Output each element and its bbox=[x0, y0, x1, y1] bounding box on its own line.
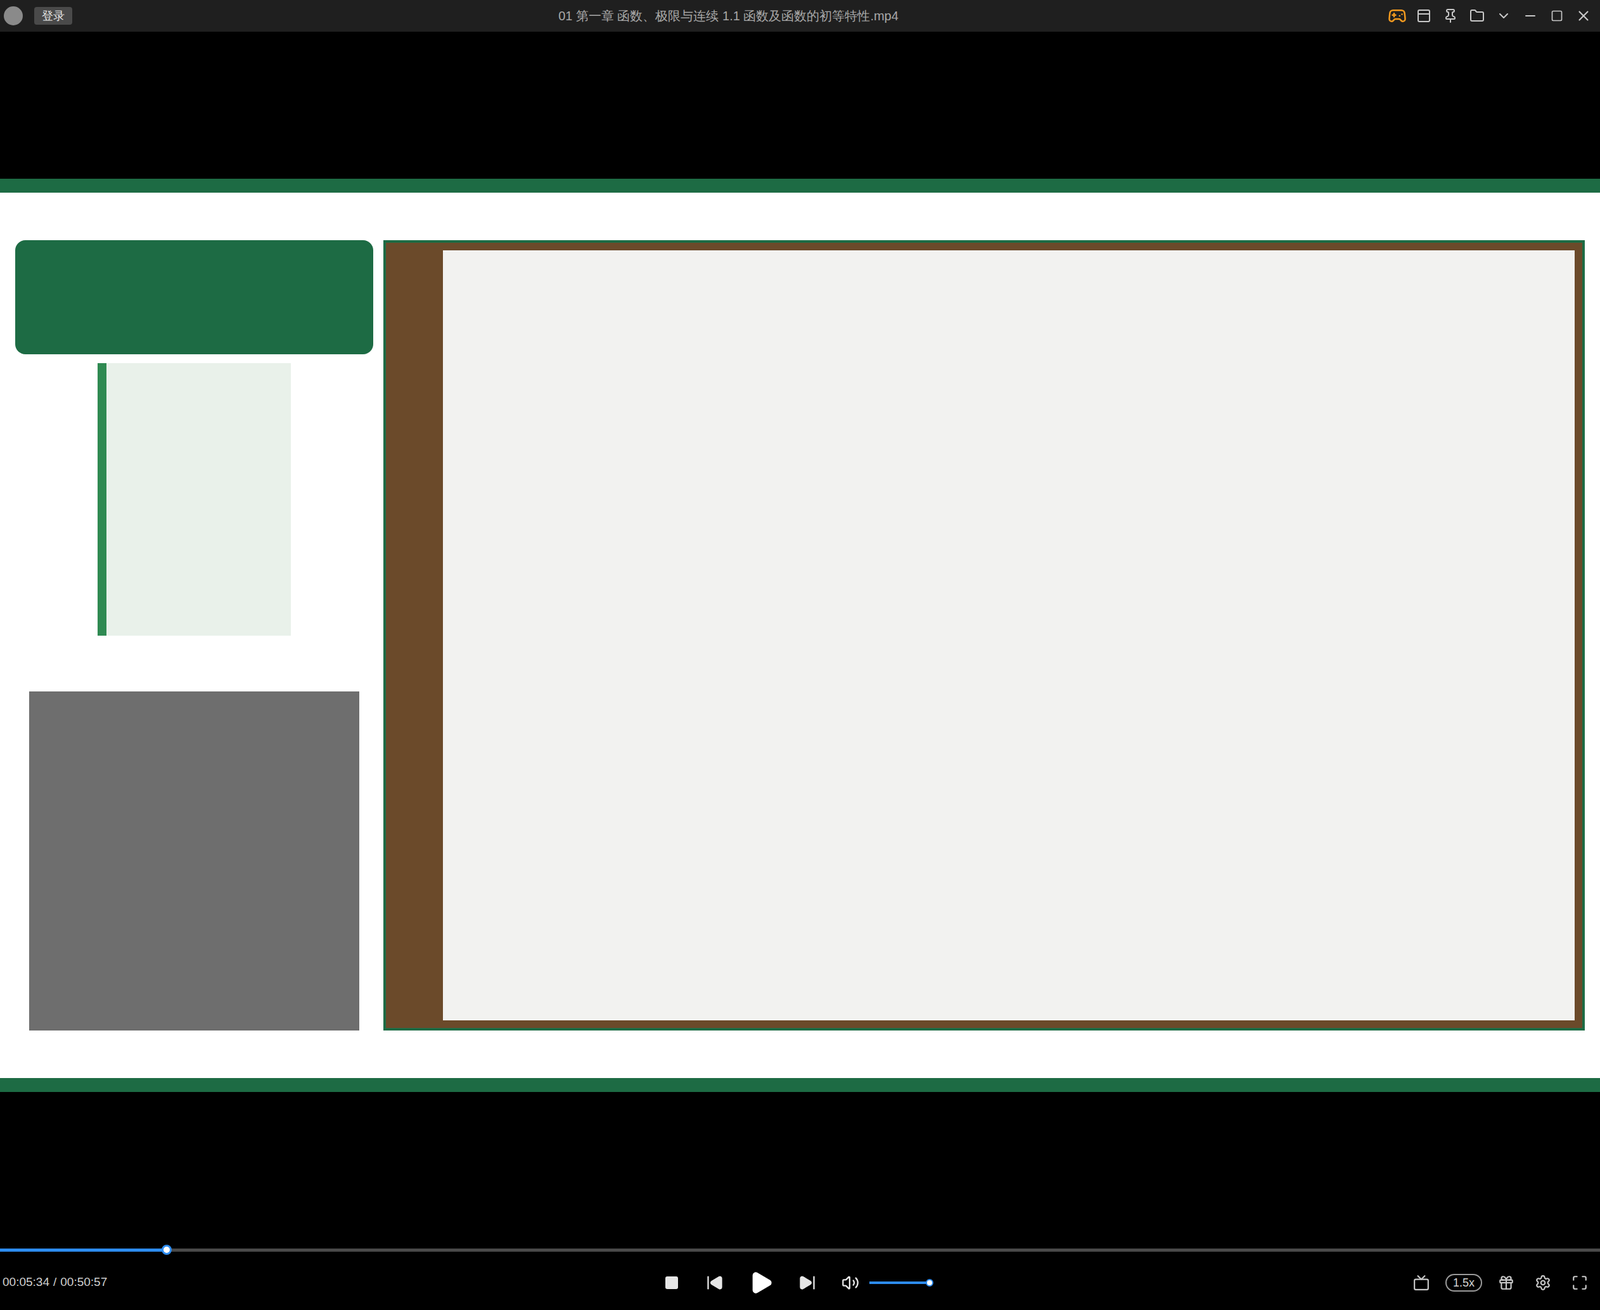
folder-icon[interactable] bbox=[1464, 3, 1490, 29]
close-icon[interactable] bbox=[1570, 3, 1597, 29]
volume-icon[interactable] bbox=[837, 1269, 864, 1296]
video-area[interactable] bbox=[0, 31, 1600, 1245]
title-bar: 登录 01 第一章 函数、极限与连续 1.1 函数及函数的初等特性.mp4 bbox=[0, 0, 1600, 32]
video-frame bbox=[0, 178, 1600, 1092]
speed-button[interactable]: 1.5x bbox=[1445, 1273, 1483, 1292]
progress-fill bbox=[0, 1248, 167, 1252]
minimize-icon[interactable] bbox=[1517, 3, 1543, 29]
time-display: 00:05:34/00:50:57 bbox=[2, 1273, 256, 1292]
fullscreen-icon[interactable] bbox=[1567, 1269, 1593, 1296]
video-player-window: 登录 01 第一章 函数、极限与连续 1.1 函数及函数的初等特性.mp4 00:0… bbox=[0, 0, 1600, 1310]
control-bar: 00:05:34/00:50:57 1.5x bbox=[0, 1254, 1600, 1310]
panel-icon[interactable] bbox=[1411, 3, 1437, 29]
pin-icon[interactable] bbox=[1437, 3, 1464, 29]
window-title: 01 第一章 函数、极限与连续 1.1 函数及函数的初等特性.mp4 bbox=[558, 6, 899, 26]
next-icon[interactable] bbox=[794, 1269, 820, 1296]
title-bar-actions bbox=[1384, 3, 1597, 29]
login-button[interactable]: 登录 bbox=[34, 6, 73, 25]
gift-icon[interactable] bbox=[1493, 1269, 1519, 1296]
progress-knob[interactable] bbox=[161, 1244, 172, 1255]
menu-dropdown-icon[interactable] bbox=[1491, 3, 1517, 29]
tv-cast-icon[interactable] bbox=[1408, 1269, 1434, 1296]
previous-icon[interactable] bbox=[702, 1269, 728, 1296]
settings-icon[interactable] bbox=[1530, 1269, 1556, 1296]
game-controller-icon[interactable] bbox=[1384, 3, 1410, 29]
play-icon[interactable] bbox=[745, 1266, 777, 1299]
time-separator: / bbox=[53, 1273, 57, 1292]
maximize-icon[interactable] bbox=[1544, 3, 1570, 29]
volume-slider[interactable] bbox=[869, 1281, 930, 1284]
right-controls: 1.5x bbox=[1408, 1269, 1598, 1296]
app-logo-icon bbox=[3, 6, 23, 26]
stop-icon[interactable] bbox=[659, 1269, 685, 1296]
volume-knob[interactable] bbox=[925, 1278, 934, 1287]
progress-bar[interactable] bbox=[0, 1244, 1600, 1255]
total-time: 00:50:57 bbox=[60, 1273, 108, 1292]
current-time: 00:05:34 bbox=[2, 1273, 50, 1292]
